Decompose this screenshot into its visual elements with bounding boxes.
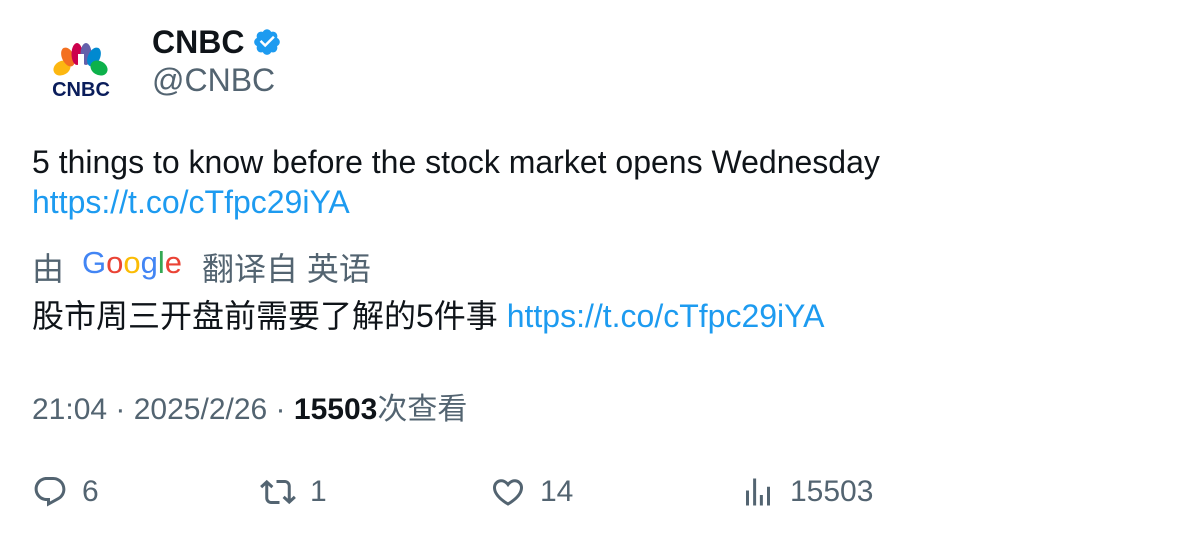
reply-icon: [34, 477, 66, 507]
like-button[interactable]: 14: [490, 468, 573, 516]
display-name[interactable]: CNBC: [152, 24, 244, 61]
views-button[interactable]: 15503: [740, 468, 873, 516]
tweet-text: 5 things to know before the stock market…: [32, 142, 1162, 222]
views-bar-chart-icon: [746, 478, 770, 506]
retweet-count: 1: [310, 475, 327, 508]
retweet-icon: [260, 479, 296, 505]
svg-text:Google: Google: [82, 245, 182, 280]
tweet-body: 5 things to know before the stock market…: [32, 144, 880, 180]
avatar[interactable]: CNBC: [32, 24, 128, 120]
like-count: 14: [540, 475, 574, 508]
translated-text: 股市周三开盘前需要了解的5件事 https://t.co/cTfpc29iYA: [32, 296, 1162, 336]
action-bar: 6 1 14 15503: [0, 468, 1196, 516]
translation-attribution: 由 Google 翻译自 英语: [32, 245, 371, 289]
translation-prefix: 由: [32, 251, 65, 287]
reply-button[interactable]: 6: [32, 468, 99, 516]
avatar-logo-text: CNBC: [52, 79, 110, 101]
views-action-count: 15503: [790, 475, 874, 508]
views-count: 15503: [293, 393, 378, 426]
tweet-time[interactable]: 21:04: [32, 393, 107, 426]
tweet: CNBC CNBC @CNBC 5 things to know before …: [0, 0, 1196, 538]
cnbc-peacock-logo: CNBC: [52, 43, 110, 101]
meta-separator: ·: [107, 393, 134, 426]
views-label: 次查看: [377, 393, 468, 426]
translated-body: 股市周三开盘前需要了解的5件事: [32, 298, 498, 334]
translation-suffix: 翻译自 英语: [202, 251, 371, 287]
author-handle[interactable]: @CNBC: [152, 62, 275, 99]
heart-icon: [492, 479, 524, 506]
reply-count: 6: [82, 475, 99, 508]
translated-link[interactable]: https://t.co/cTfpc29iYA: [507, 298, 825, 334]
verified-badge-icon[interactable]: [252, 27, 282, 57]
author-name-row[interactable]: CNBC: [152, 22, 282, 62]
tweet-meta: 21:04 · 2025/2/26 · 15503次查看: [32, 384, 467, 428]
retweet-button[interactable]: 1: [260, 468, 327, 516]
tweet-link[interactable]: https://t.co/cTfpc29iYA: [32, 184, 350, 220]
google-logo[interactable]: Google: [82, 245, 182, 289]
meta-separator: ·: [267, 393, 294, 426]
tweet-date[interactable]: 2025/2/26: [134, 393, 267, 426]
